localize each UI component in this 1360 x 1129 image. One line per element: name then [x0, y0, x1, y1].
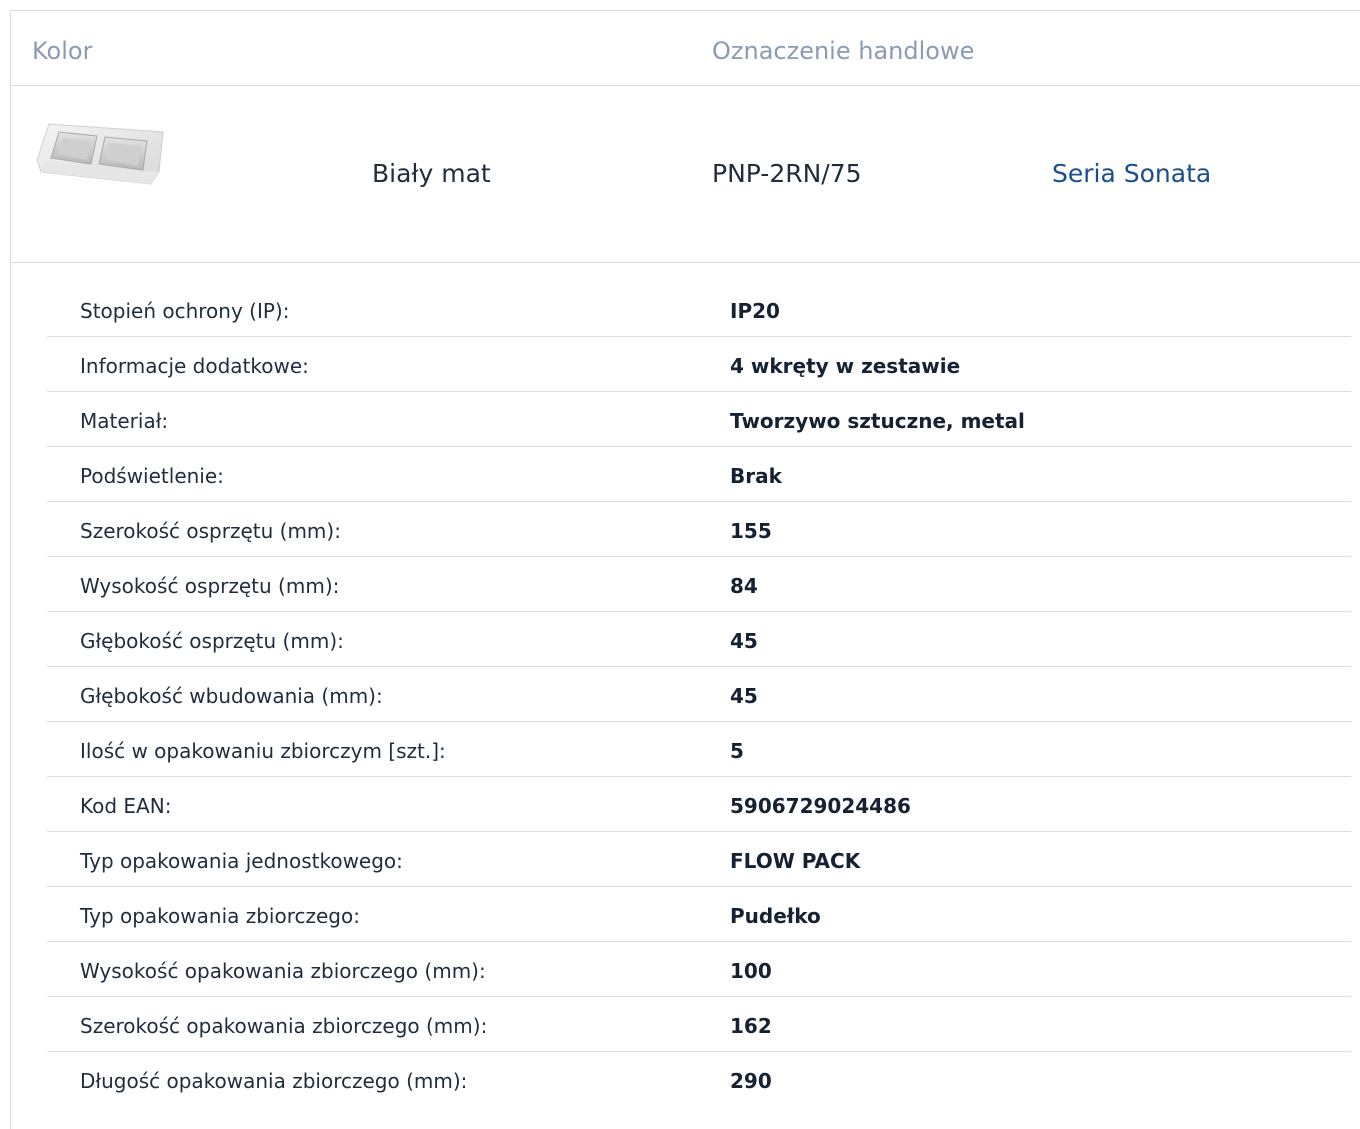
- spec-row: Wysokość osprzętu (mm): 84: [47, 557, 1351, 612]
- spec-label: Szerokość osprzętu (mm):: [80, 519, 341, 543]
- spec-label: Wysokość osprzętu (mm):: [80, 574, 340, 598]
- spec-value: 290: [730, 1069, 772, 1093]
- spec-label: Ilość w opakowaniu zbiorczym [szt.]:: [80, 739, 446, 763]
- header-color: Kolor: [32, 37, 93, 65]
- spec-label: Podświetlenie:: [80, 464, 224, 488]
- header-trade-designation: Oznaczenie handlowe: [712, 37, 975, 65]
- spec-row: Kod EAN: 5906729024486: [47, 777, 1351, 832]
- spec-value: 155: [730, 519, 772, 543]
- spec-value: 5: [730, 739, 744, 763]
- spec-label: Głębokość wbudowania (mm):: [80, 684, 383, 708]
- spec-row: Informacje dodatkowe: 4 wkręty w zestawie: [47, 337, 1351, 392]
- spec-label: Materiał:: [80, 409, 169, 433]
- spec-row: Wysokość opakowania zbiorczego (mm): 100: [47, 942, 1351, 997]
- spec-row: Materiał: Tworzywo sztuczne, metal: [47, 392, 1351, 447]
- spec-label: Szerokość opakowania zbiorczego (mm):: [80, 1014, 488, 1038]
- spec-value: 100: [730, 959, 772, 983]
- spec-value: 84: [730, 574, 758, 598]
- spec-row: Stopień ochrony (IP): IP20: [47, 282, 1351, 337]
- spec-row: Szerokość osprzętu (mm): 155: [47, 502, 1351, 557]
- spec-row: Typ opakowania zbiorczego: Pudełko: [47, 887, 1351, 942]
- table-header: Kolor Oznaczenie handlowe: [11, 11, 1360, 86]
- spec-row: Głębokość osprzętu (mm): 45: [47, 612, 1351, 667]
- spec-label: Kod EAN:: [80, 794, 172, 818]
- spec-row: Głębokość wbudowania (mm): 45: [47, 667, 1351, 722]
- double-socket-frame-image: [36, 123, 164, 185]
- spec-value: 162: [730, 1014, 772, 1038]
- specification-list: Stopień ochrony (IP): IP20 Informacje doda…: [47, 282, 1351, 1107]
- spec-value: 5906729024486: [730, 794, 911, 818]
- product-table: Kolor Oznaczenie handlowe Biały mat PNP-…: [10, 10, 1360, 1129]
- product-row: Biały mat PNP-2RN/75 Seria Sonata: [11, 86, 1360, 263]
- spec-row: Długość opakowania zbiorczego (mm): 290: [47, 1052, 1351, 1107]
- spec-value: Tworzywo sztuczne, metal: [730, 409, 1025, 433]
- spec-value: 4 wkręty w zestawie: [730, 354, 961, 378]
- spec-row: Podświetlenie: Brak: [47, 447, 1351, 502]
- spec-label: Stopień ochrony (IP):: [80, 299, 290, 323]
- spec-label: Typ opakowania zbiorczego:: [80, 904, 360, 928]
- spec-value: IP20: [730, 299, 780, 323]
- spec-value: 45: [730, 629, 758, 653]
- spec-value: FLOW PACK: [730, 849, 861, 873]
- spec-row: Ilość w opakowaniu zbiorczym [szt.]: 5: [47, 722, 1351, 777]
- product-code: PNP-2RN/75: [712, 159, 862, 188]
- spec-label: Informacje dodatkowe:: [80, 354, 309, 378]
- spec-row: Typ opakowania jednostkowego: FLOW PACK: [47, 832, 1351, 887]
- spec-value: 45: [730, 684, 758, 708]
- spec-label: Wysokość opakowania zbiorczego (mm):: [80, 959, 486, 983]
- spec-label: Głębokość osprzętu (mm):: [80, 629, 344, 653]
- series-link[interactable]: Seria Sonata: [1052, 159, 1211, 188]
- product-color: Biały mat: [372, 159, 491, 188]
- spec-value: Brak: [730, 464, 782, 488]
- spec-label: Typ opakowania jednostkowego:: [80, 849, 403, 873]
- spec-value: Pudełko: [730, 904, 821, 928]
- spec-row: Szerokość opakowania zbiorczego (mm): 162: [47, 997, 1351, 1052]
- spec-label: Długość opakowania zbiorczego (mm):: [80, 1069, 468, 1093]
